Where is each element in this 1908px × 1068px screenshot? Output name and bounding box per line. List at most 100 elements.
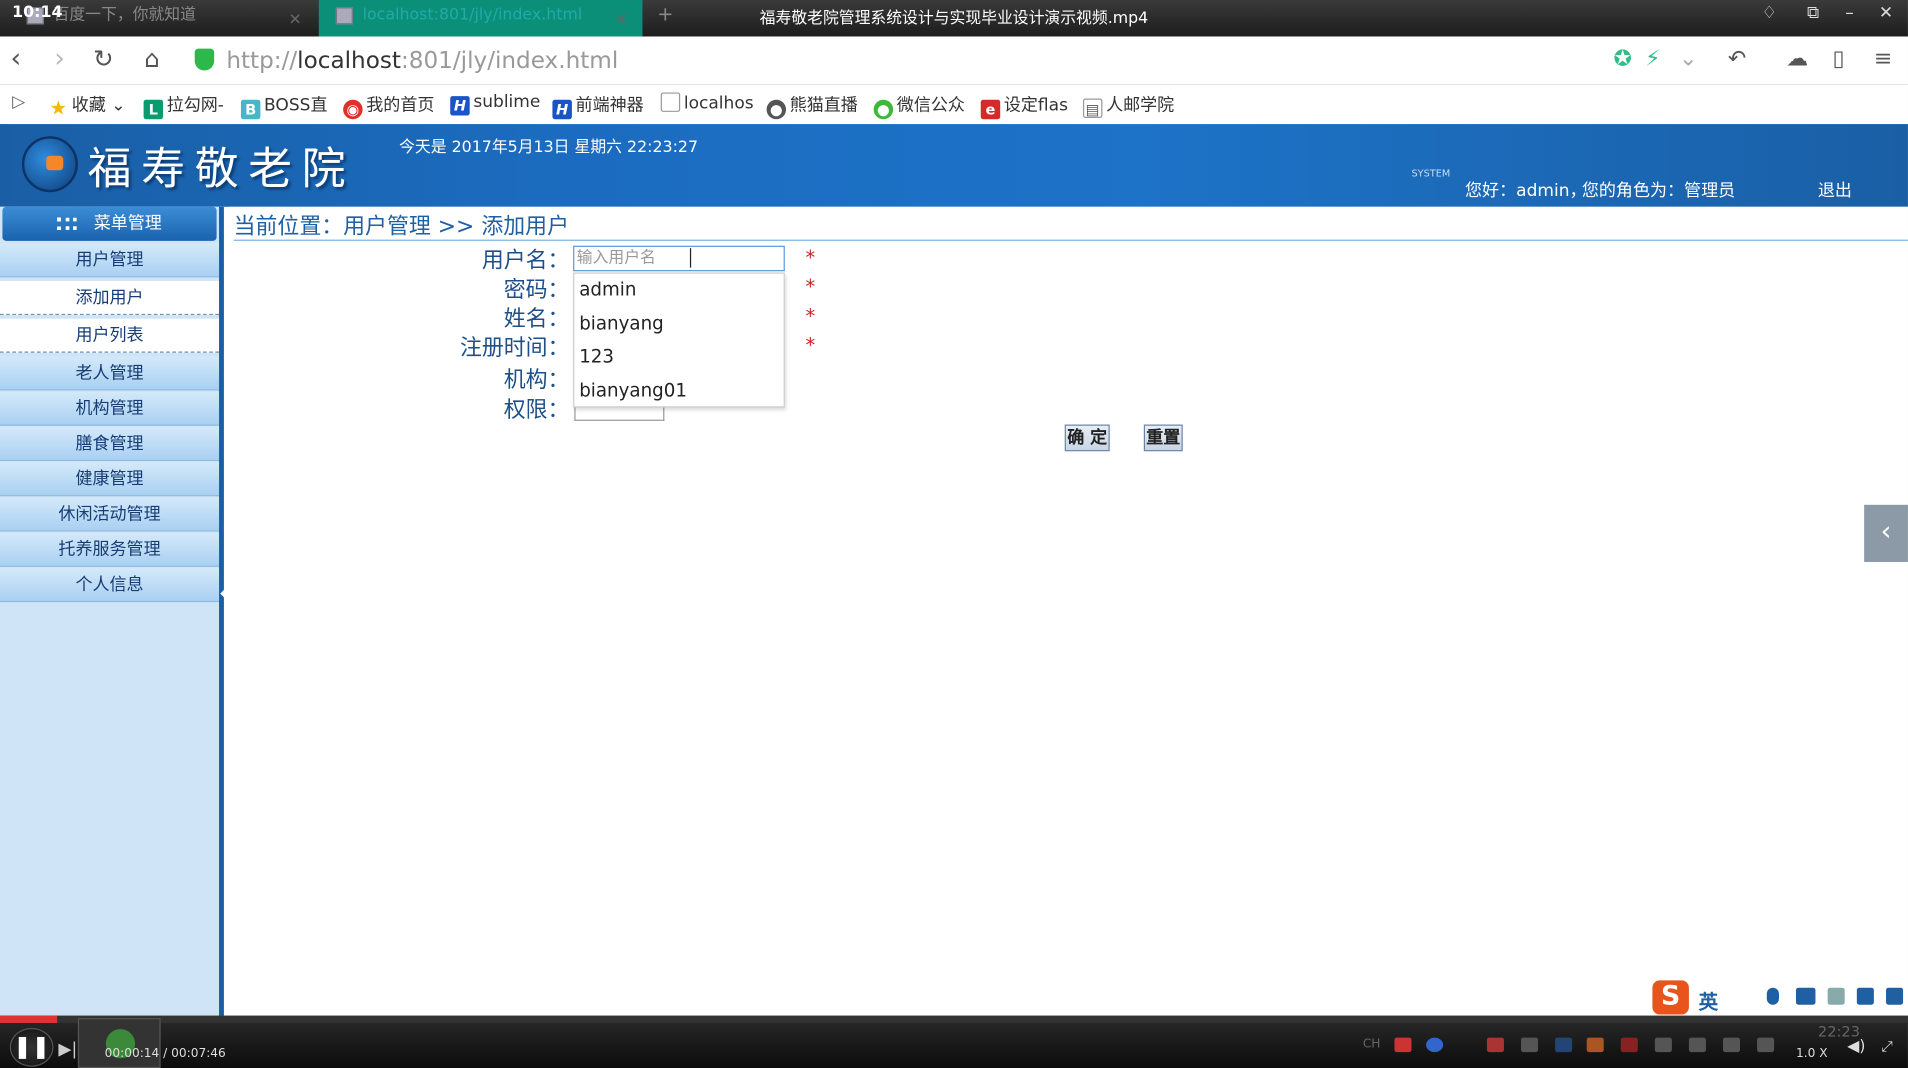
skin-icon[interactable] (1856, 987, 1874, 1005)
next-icon[interactable]: ▶| (58, 1040, 77, 1059)
sidebar-item-elder-management[interactable]: 老人管理 (0, 356, 220, 391)
forward-icon[interactable]: › (44, 44, 76, 74)
logout-link[interactable]: 退出 (1818, 178, 1852, 202)
url-host: localhost (297, 47, 401, 75)
collapse-arrow-icon[interactable] (220, 587, 227, 600)
sidebar-item-org-management[interactable]: 机构管理 (0, 391, 220, 426)
reload-icon[interactable]: ↻ (88, 44, 120, 73)
required-mark: * (805, 304, 816, 328)
menu-header[interactable]: 菜单管理 (2, 206, 217, 241)
skin-icon[interactable]: ♢ (1757, 4, 1781, 23)
name-label: 姓名： (503, 306, 570, 333)
url-field[interactable]: http://localhost:801/jly/index.html (226, 47, 618, 74)
bookmark-label: 设定flas (1003, 96, 1068, 116)
volume-icon[interactable]: ◀) (1847, 1038, 1865, 1056)
undo-icon[interactable]: ↶ (1728, 46, 1746, 72)
chevron-left-icon[interactable]: ‹ (1864, 504, 1908, 562)
sidebar-item-add-user[interactable]: 添加用户 (0, 280, 220, 316)
playback-time: 00:00:14 / 00:07:46 (104, 1047, 226, 1061)
tray-icon[interactable] (1555, 1037, 1573, 1053)
bookmark-favorites[interactable]: ★ 收藏 ⌄ (49, 92, 126, 118)
home-icon[interactable]: ⌂ (136, 44, 168, 73)
bookmark-panda[interactable]: ● 熊猫直播 (766, 92, 858, 120)
date-display: 今天是 2017年5月13日 星期六 22:23:27 (399, 138, 699, 157)
progress-bar[interactable] (0, 1015, 1908, 1023)
username-input[interactable]: 输入用户名 (573, 245, 785, 272)
minimize-icon[interactable]: – (1837, 4, 1861, 23)
bookmark-localhost[interactable]: localhos (660, 92, 754, 113)
sidebar-toggle-icon[interactable]: ▷ (12, 92, 25, 111)
required-mark: * (805, 274, 816, 299)
confirm-button[interactable]: 确 定 (1064, 424, 1110, 452)
sidebar-item-user-list[interactable]: 用户列表 (0, 318, 220, 353)
lagou-icon: L (143, 99, 164, 120)
org-label: 机构： (503, 367, 570, 393)
text-cursor (689, 248, 692, 268)
sidebar-item-personal-info[interactable]: 个人信息 (0, 568, 220, 603)
logo-icon (21, 136, 78, 193)
greeting: 您好：admin， (1465, 181, 1587, 201)
back-icon[interactable]: ‹ (0, 44, 32, 74)
sidebar-item-leisure-management[interactable]: 休闲活动管理 (0, 497, 220, 532)
phone-icon[interactable]: ▯ (1833, 46, 1845, 72)
bookmark-weibo[interactable]: ◉ 我的首页 (343, 92, 434, 120)
sogou-tray-icon[interactable] (1394, 1037, 1412, 1053)
cloud-icon[interactable]: ☁ (1786, 46, 1808, 72)
url-prefix: http:// (226, 47, 298, 75)
url-path: :801/jly/index.html (400, 47, 619, 75)
tray-icon[interactable] (1688, 1037, 1706, 1053)
sidebar-item-care-service-management[interactable]: 托养服务管理 (0, 532, 220, 567)
keyboard-icon[interactable] (1795, 987, 1816, 1005)
sogou-icon[interactable]: S (1652, 980, 1689, 1015)
autocomplete-option[interactable]: bianyang01 (579, 380, 687, 402)
bookmark-lagou[interactable]: L 拉勾网- (143, 92, 224, 120)
mic-icon[interactable] (1766, 987, 1779, 1005)
bookmark-sublime[interactable]: Hsublime (450, 92, 540, 116)
menu-icon[interactable]: ≡ (1874, 46, 1892, 72)
volume-tray-icon[interactable] (1757, 1037, 1775, 1053)
autocomplete-option[interactable]: 123 (579, 345, 614, 367)
sidebar-item-health-management[interactable]: 健康管理 (0, 462, 220, 497)
sidebar-item-user-management[interactable]: 用户管理 (0, 243, 220, 278)
ime-mode[interactable]: 英 (1699, 985, 1718, 1014)
chevron-down-icon[interactable]: ⌄ (1679, 46, 1697, 72)
refresh-status-icon[interactable]: ✪ (1613, 46, 1631, 72)
ch-indicator: CH (1362, 1037, 1381, 1051)
punctuation-icon[interactable] (1738, 988, 1748, 1005)
bookmark-label: 前端神器 (575, 96, 644, 116)
playback-speed[interactable]: 1.0 X (1796, 1047, 1828, 1060)
flag-icon[interactable] (1654, 1037, 1672, 1053)
fullscreen-icon[interactable]: ⤢ (1881, 1038, 1898, 1055)
bookmark-renyou[interactable]: ▤ 人邮学院 (1082, 92, 1174, 118)
bookmark-frontend[interactable]: H 前端神器 (552, 92, 644, 120)
autocomplete-option[interactable]: bianyang (579, 313, 664, 335)
tray-icon[interactable] (1620, 1037, 1638, 1053)
wrench-icon[interactable] (1886, 987, 1904, 1005)
h-icon: H (552, 99, 572, 120)
wechat-icon: ● (873, 99, 894, 120)
reset-button[interactable]: 重置 (1143, 424, 1183, 452)
tray-icon[interactable] (1521, 1037, 1539, 1053)
bookmark-label: 微信公众 (896, 96, 965, 116)
book-icon: ▤ (1082, 98, 1103, 118)
bookmark-flash[interactable]: e 设定flas (980, 92, 1068, 120)
network-icon[interactable] (1722, 1037, 1741, 1053)
restore-icon[interactable]: ⧉ (1801, 4, 1825, 23)
close-window-icon[interactable]: ✕ (1874, 4, 1898, 23)
qq-icon[interactable] (1586, 1037, 1604, 1053)
app-header: 福寿敬老院 今天是 2017年5月13日 星期六 22:23:27 SYSTEM… (0, 124, 1908, 207)
bookmark-wechat[interactable]: ● 微信公众 (873, 92, 965, 120)
bookmarks-bar: ▷ ★ 收藏 ⌄ L 拉勾网- B BOSS直 ◉ 我的首页 Hsublime H 前端神… (0, 85, 1908, 125)
flash-icon: e (980, 99, 1001, 120)
sidebar-item-meal-management[interactable]: 膳食管理 (0, 426, 220, 462)
bookmark-boss[interactable]: B BOSS直 (240, 92, 328, 120)
pause-icon[interactable]: ❚❚ (9, 1027, 54, 1067)
tray-icon[interactable] (1486, 1037, 1504, 1053)
autocomplete-option[interactable]: admin (579, 279, 636, 301)
user-icon[interactable] (1827, 987, 1845, 1005)
lightning-icon[interactable]: ⚡ (1645, 46, 1660, 72)
grid-icon (57, 217, 77, 230)
password-label: 密码： (503, 277, 570, 303)
help-icon[interactable] (1426, 1037, 1444, 1053)
star-icon: ★ (49, 96, 68, 120)
